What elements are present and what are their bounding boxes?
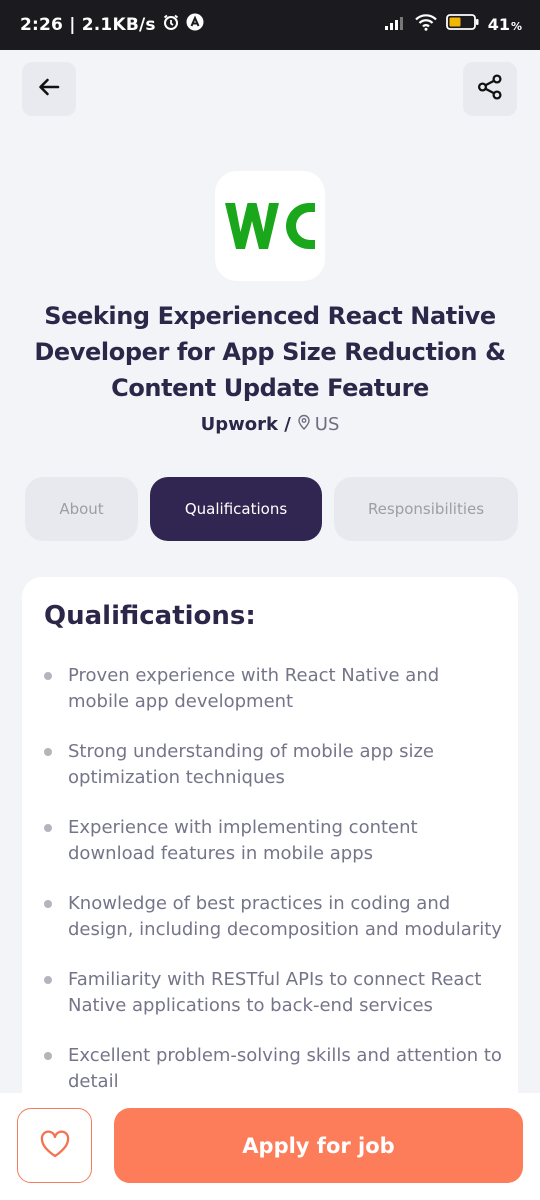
- location-pin-icon: [297, 414, 311, 435]
- qualifications-heading: Qualifications:: [44, 601, 256, 631]
- job-title: Seeking Experienced React Native Develop…: [34, 302, 506, 402]
- tab-about[interactable]: About: [25, 477, 138, 541]
- list-item: Experience with implementing content dow…: [44, 815, 504, 866]
- list-item: Proven experience with React Native and …: [44, 663, 504, 714]
- battery-icon: [445, 14, 480, 34]
- qualification-text: Familiarity with RESTful APIs to connect…: [68, 969, 482, 1016]
- heart-icon: [39, 1129, 71, 1163]
- bullet: [44, 1052, 52, 1060]
- qualification-text: Strong understanding of mobile app size …: [68, 741, 434, 788]
- battery-level: 41%: [487, 14, 522, 34]
- list-item: Knowledge of best practices in coding an…: [44, 891, 504, 942]
- qualifications-card: Qualifications: Proven experience with R…: [22, 577, 518, 1137]
- bullet: [44, 672, 52, 680]
- bottom-action-bar: Apply for job: [0, 1093, 540, 1200]
- tab-qualifications[interactable]: Qualifications: [150, 477, 322, 541]
- signal-icon: [384, 15, 406, 34]
- list-item: Familiarity with RESTful APIs to connect…: [44, 967, 504, 1018]
- company-name: Upwork /: [200, 414, 291, 435]
- location: US: [297, 414, 340, 435]
- qualifications-list: Proven experience with React Native and …: [44, 663, 504, 1119]
- bullet: [44, 900, 52, 908]
- bullet: [44, 748, 52, 756]
- share-button[interactable]: [463, 62, 517, 116]
- app-notification-icon: [186, 13, 204, 36]
- qualification-text: Proven experience with React Native and …: [68, 665, 440, 712]
- qualification-text: Knowledge of best practices in coding an…: [68, 893, 502, 940]
- back-button[interactable]: [22, 62, 76, 116]
- share-icon: [476, 73, 504, 105]
- tab-responsibilities[interactable]: Responsibilities: [334, 477, 518, 541]
- qualification-text: Experience with implementing content dow…: [68, 817, 418, 864]
- bullet: [44, 976, 52, 984]
- status-left: 2:26 | 2.1KB/s: [20, 13, 204, 36]
- qualification-text: Excellent problem-solving skills and att…: [68, 1045, 502, 1092]
- company-logo: [215, 171, 325, 281]
- wifi-icon: [414, 13, 438, 35]
- alarm-icon: [162, 13, 180, 36]
- status-right: 41%: [384, 13, 522, 35]
- location-text: US: [314, 414, 340, 435]
- apply-button[interactable]: Apply for job: [114, 1108, 523, 1183]
- list-item: Strong understanding of mobile app size …: [44, 739, 504, 790]
- favorite-button[interactable]: [17, 1108, 92, 1183]
- status-bar: 2:26 | 2.1KB/s 41%: [0, 0, 540, 50]
- status-time: 2:26 | 2.1KB/s: [20, 14, 156, 35]
- list-item: Excellent problem-solving skills and att…: [44, 1043, 504, 1094]
- bullet: [44, 824, 52, 832]
- company-location-line: Upwork / US: [0, 414, 540, 435]
- arrow-left-icon: [36, 74, 62, 104]
- wc-logo-graphic: [225, 203, 315, 249]
